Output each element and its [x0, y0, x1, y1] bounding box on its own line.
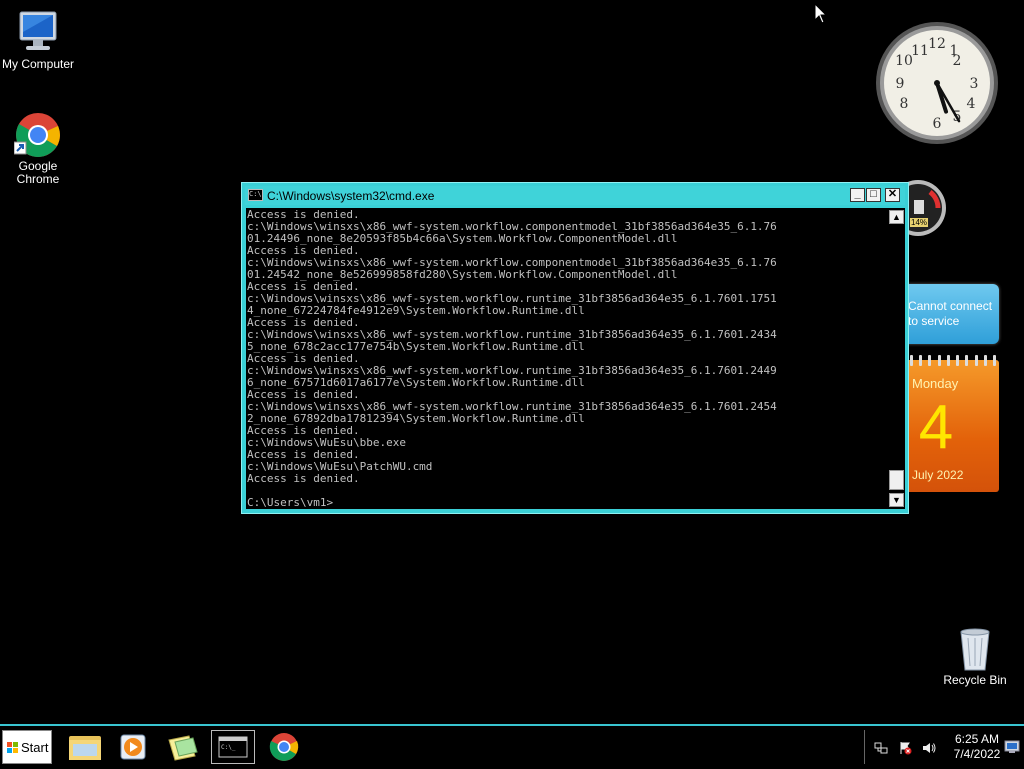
console-line: C:\Users\vm1> — [247, 496, 334, 509]
svg-text:C:\_: C:\_ — [221, 744, 236, 751]
desktop-icon-label: My Computer — [1, 57, 75, 71]
scrollbar-thumb[interactable] — [889, 470, 904, 490]
svg-text:3: 3 — [970, 76, 979, 92]
cmd-window-icon: C:\ — [248, 189, 263, 201]
mouse-cursor-icon — [814, 3, 828, 24]
calendar-gadget[interactable]: Monday 4 July 2022 — [906, 355, 999, 492]
desktop-icon-google-chrome[interactable]: Google Chrome — [0, 112, 76, 186]
weather-gadget[interactable]: Cannot connect to service — [898, 284, 999, 344]
desktop-icon-label: Google Chrome — [16, 159, 60, 186]
media-player-icon — [120, 734, 146, 760]
cpu-percent-label: 14% — [910, 218, 929, 227]
cmd-window[interactable]: C:\ C:\Windows\system32\cmd.exe _ □ ✕ Ac… — [241, 182, 909, 514]
calendar-weekday: Monday — [912, 376, 959, 391]
sticky-notes-icon — [168, 735, 198, 761]
calendar-month-year: July 2022 — [912, 468, 964, 482]
taskbar-explorer-button[interactable] — [63, 730, 107, 764]
tray-separator — [864, 730, 865, 764]
tray-time: 6:25 AM — [954, 732, 1000, 746]
close-button[interactable]: ✕ — [885, 188, 900, 202]
start-button[interactable]: Start — [2, 730, 52, 764]
desktop-icon-recycle-bin[interactable]: Recycle Bin — [937, 626, 1013, 687]
cmd-window-title: C:\Windows\system32\cmd.exe — [267, 189, 435, 203]
cmd-icon: C:\_ — [218, 736, 248, 758]
svg-text:12: 12 — [928, 36, 946, 52]
cmd-titlebar[interactable]: C:\ C:\Windows\system32\cmd.exe _ □ ✕ — [245, 186, 905, 205]
svg-text:4: 4 — [967, 96, 976, 112]
taskbar-cmd-button[interactable]: C:\_ — [211, 730, 255, 764]
svg-text:8: 8 — [900, 96, 909, 112]
taskbar-chrome-button[interactable] — [262, 730, 306, 764]
recycle-bin-icon — [951, 626, 999, 672]
chrome-icon — [13, 112, 62, 158]
svg-text:1: 1 — [950, 43, 959, 59]
taskbar-media-player-button[interactable] — [111, 730, 155, 764]
desktop-icon-my-computer[interactable]: My Computer — [0, 10, 76, 71]
console-line: Access is denied. — [247, 472, 360, 485]
network-icon[interactable] — [874, 741, 888, 755]
start-label: Start — [21, 740, 49, 755]
console-output[interactable]: Access is denied. c:\Windows\winsxs\x86_w… — [246, 208, 888, 509]
minimize-button[interactable]: _ — [850, 188, 865, 202]
windows-logo-icon — [7, 742, 18, 753]
maximize-button[interactable]: □ — [866, 188, 881, 202]
taskbar-sticky-notes-button[interactable] — [161, 730, 205, 764]
svg-text:11: 11 — [911, 43, 929, 59]
calendar-rings — [910, 355, 996, 367]
tray-clock[interactable]: 6:25 AM 7/4/2022 — [942, 732, 1012, 762]
show-desktop-icon[interactable] — [1004, 739, 1020, 755]
scroll-down-arrow-icon[interactable]: ▼ — [889, 493, 904, 507]
calendar-day-number: 4 — [918, 393, 954, 462]
volume-icon[interactable] — [922, 741, 936, 755]
svg-text:9: 9 — [896, 76, 905, 92]
desktop-icon-label: Recycle Bin — [943, 673, 1007, 687]
svg-text:6: 6 — [933, 116, 942, 132]
computer-icon — [14, 10, 62, 56]
scroll-up-arrow-icon[interactable]: ▲ — [889, 210, 904, 224]
explorer-icon — [69, 736, 101, 760]
clock-gadget[interactable]: 123 69 24 58 10111 — [874, 20, 1000, 146]
action-center-icon[interactable] — [898, 741, 912, 755]
taskbar: Start C:\_ 6:25 AM 7/4/2022 — [0, 724, 1024, 768]
system-tray: 6:25 AM 7/4/2022 — [864, 730, 1024, 764]
weather-status-text: Cannot connect to service — [908, 299, 993, 328]
tray-date: 7/4/2022 — [953, 747, 1001, 761]
chrome-icon — [269, 733, 299, 761]
vertical-scrollbar[interactable]: ▲ ▼ — [888, 208, 905, 509]
